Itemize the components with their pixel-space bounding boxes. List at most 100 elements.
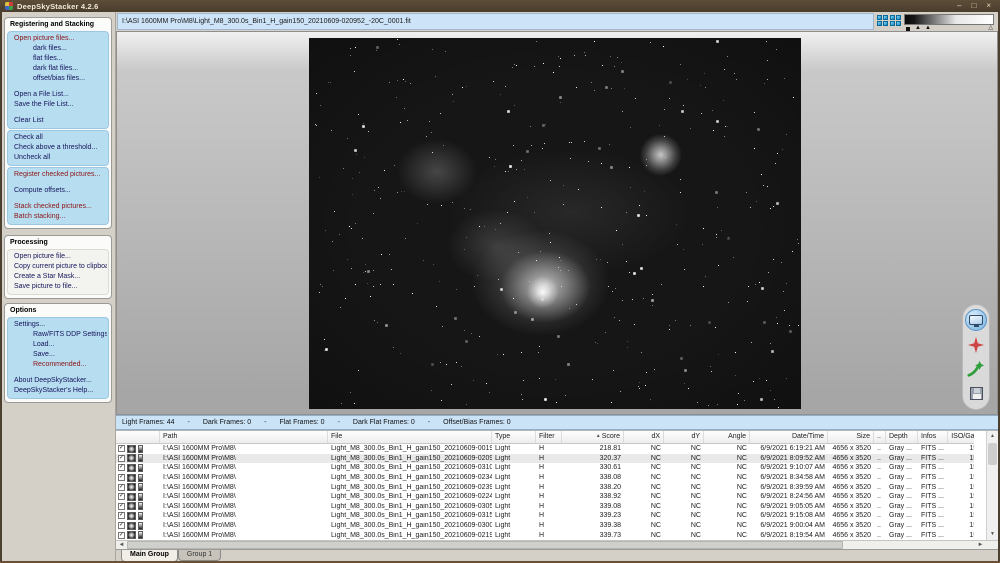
row-checkbox[interactable]: ✓ [118,464,125,471]
row-checkbox[interactable]: ✓ [118,503,125,510]
sidebar-panel: Open picture file...Copy current picture… [7,249,109,295]
sidebar-link[interactable]: Raw/FITS DDP Settings... [9,330,107,340]
astro-image [309,38,801,409]
vertical-scrollbar[interactable]: ▲ ▼ [986,431,998,540]
sidebar-link[interactable]: Copy current picture to clipboard [9,262,107,272]
sidebar-link[interactable]: Batch stacking... [9,212,107,222]
table-row[interactable]: ✓I:\ASI 1600MM Pro\M8\Light_M8_300.0s_Bi… [116,511,974,521]
sidebar-link[interactable]: Check all [9,133,107,143]
cell-depth: Gray ... [886,503,918,510]
sidebar-link[interactable]: flat files... [9,54,107,64]
vertical-scroll-thumb[interactable] [988,443,997,465]
sidebar-link[interactable]: Compute offsets... [9,186,107,196]
row-icons: ✓ [116,531,160,539]
horizontal-scrollbar[interactable]: ◄ ► [116,540,998,549]
row-checkbox[interactable]: ✓ [118,493,125,500]
sidebar-link[interactable]: Save the File List... [9,100,107,110]
tab-group-1[interactable]: Group 1 [178,550,221,561]
column-header-file[interactable]: File [328,431,492,443]
table-row[interactable]: ✓I:\ASI 1600MM Pro\M8\Light_M8_300.0s_Bi… [116,454,974,464]
table-row[interactable]: ✓I:\ASI 1600MM Pro\M8\Light_M8_300.0s_Bi… [116,482,974,492]
sidebar-link[interactable]: Uncheck all [9,153,107,163]
cell-infos: FITS ... [918,532,948,539]
topbar: I:\ASI 1600MM Pro\M8\Light_M8_300.0s_Bin… [116,12,998,31]
column-header-depth[interactable]: Depth [886,431,918,443]
table-row[interactable]: ✓I:\ASI 1600MM Pro\M8\Light_M8_300.0s_Bi… [116,463,974,473]
sidebar-link[interactable]: Register checked pictures... [9,170,107,180]
column-header-iso-gain[interactable]: ISO/Gain [948,431,974,443]
table-row[interactable]: ✓I:\ASI 1600MM Pro\M8\Light_M8_300.0s_Bi… [116,502,974,512]
sidebar-link[interactable]: Save picture to file... [9,282,107,292]
table-row[interactable]: ✓I:\ASI 1600MM Pro\M8\Light_M8_300.0s_Bi… [116,530,974,540]
cell-depth: Gray ... [886,532,918,539]
row-checkbox[interactable]: ✓ [118,484,125,491]
cell-dx: NC [624,522,664,529]
row-checkbox[interactable]: ✓ [118,512,125,519]
select-rect-button[interactable] [965,309,987,331]
sidebar-link[interactable]: Load... [9,340,107,350]
histogram-icon [138,531,143,539]
sidebar-link[interactable]: dark flat files... [9,64,107,74]
scroll-right-icon[interactable]: ► [975,541,986,549]
column-header--[interactable]: .. [874,431,886,443]
channel-grid-icon[interactable] [890,15,901,31]
edit-stars-button[interactable] [965,334,987,356]
row-checkbox[interactable]: ✓ [118,532,125,539]
sidebar-link[interactable]: Open picture files... [9,34,107,44]
save-image-button[interactable] [965,383,987,405]
cell-date-time: 6/9/2021 8:09:52 AM [750,455,828,462]
edit-comet-button[interactable] [965,358,987,380]
sidebar-link[interactable]: Stack checked pictures... [9,202,107,212]
cell-depth: Gray ... [886,464,918,471]
cell-file: Light_M8_300.0s_Bin1_H_gain150_20210609-… [328,503,492,510]
sidebar-link[interactable]: DeepSkyStacker's Help... [9,386,107,396]
sidebar-link[interactable]: dark files... [9,44,107,54]
row-checkbox[interactable]: ✓ [118,522,125,529]
separator: - [338,419,340,426]
scroll-down-icon[interactable]: ▼ [987,529,998,540]
cell-angle: NC [704,474,750,481]
column-header-filter[interactable]: Filter [536,431,562,443]
gradient-bar[interactable] [904,14,994,25]
sidebar-link[interactable]: offset/bias files... [9,74,107,84]
sidebar-link[interactable]: Open picture file... [9,252,107,262]
row-icons: ✓ [116,454,160,462]
file-list-header: PathFileTypeFilter▲ScoredXdYAngleDate/Ti… [116,431,974,444]
row-checkbox[interactable]: ✓ [118,474,125,481]
column-header-size[interactable]: Size [828,431,874,443]
column-header-dx[interactable]: dX [624,431,664,443]
cell-date-time: 6/9/2021 8:34:58 AM [750,474,828,481]
sidebar-link[interactable]: Clear List [9,116,107,126]
column-header-type[interactable]: Type [492,431,536,443]
channel-grid-icon[interactable] [877,15,888,31]
sidebar-link[interactable]: Recommended... [9,360,107,370]
maximize-button[interactable]: □ [971,2,976,10]
column-header-score[interactable]: ▲Score [562,431,624,443]
column-header-angle[interactable]: Angle [704,431,750,443]
cell-score: 339.38 [562,522,624,529]
table-row[interactable]: ✓I:\ASI 1600MM Pro\M8\Light_M8_300.0s_Bi… [116,444,974,454]
scroll-up-icon[interactable]: ▲ [987,431,998,442]
row-checkbox[interactable]: ✓ [118,445,125,452]
row-checkbox[interactable]: ✓ [118,455,125,462]
minimize-button[interactable]: – [957,2,961,10]
sidebar-link[interactable]: Create a Star Mask... [9,272,107,282]
sidebar-link[interactable]: Save... [9,350,107,360]
sidebar-link[interactable]: Check above a threshold... [9,143,107,153]
table-row[interactable]: ✓I:\ASI 1600MM Pro\M8\Light_M8_300.0s_Bi… [116,492,974,502]
file-list: PathFileTypeFilter▲ScoredXdYAngleDate/Ti… [116,430,998,540]
horizontal-scroll-thumb[interactable] [127,541,843,549]
table-row[interactable]: ✓I:\ASI 1600MM Pro\M8\Light_M8_300.0s_Bi… [116,473,974,483]
column-header-date-time[interactable]: Date/Time [750,431,828,443]
table-row[interactable]: ✓I:\ASI 1600MM Pro\M8\Light_M8_300.0s_Bi… [116,521,974,531]
column-header-dy[interactable]: dY [664,431,704,443]
thumbnail-icon [127,493,136,501]
sidebar-link[interactable]: About DeepSkyStacker... [9,376,107,386]
close-button[interactable]: × [986,2,991,10]
sidebar-link[interactable]: Settings... [9,320,107,330]
cell-score: 339.08 [562,503,624,510]
sidebar-link[interactable]: Open a File List... [9,90,107,100]
column-header-path[interactable]: Path [160,431,328,443]
scroll-left-icon[interactable]: ◄ [116,541,127,549]
column-header-infos[interactable]: Infos [918,431,948,443]
